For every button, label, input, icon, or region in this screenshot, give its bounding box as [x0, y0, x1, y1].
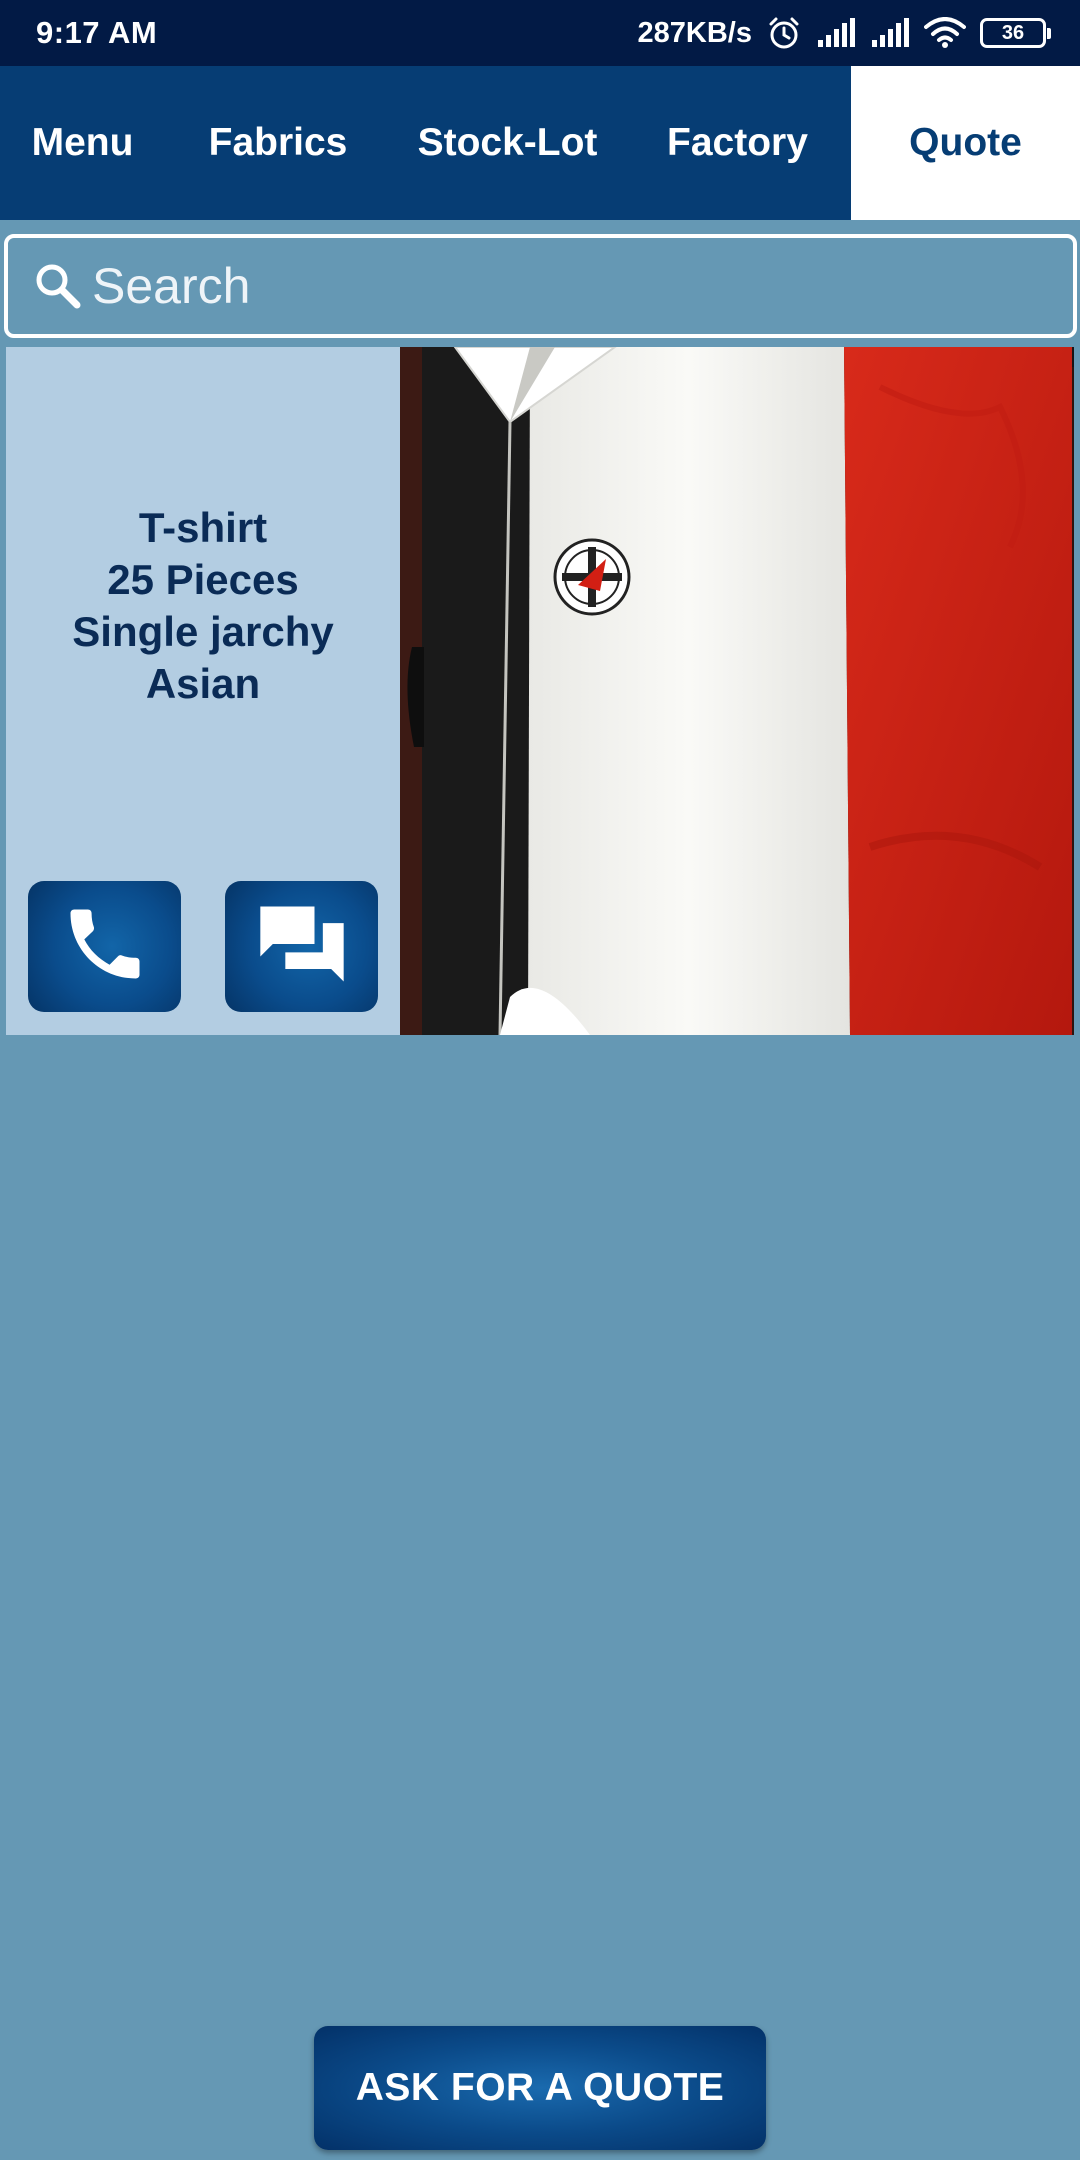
listing-product: T-shirt [138, 504, 268, 551]
tab-menu[interactable]: Menu [0, 66, 165, 220]
battery-icon: 36 [980, 18, 1051, 48]
listing-card[interactable]: T-shirt 25 Pieces Single jarchy Asian [6, 347, 1074, 1035]
wifi-icon [924, 17, 966, 49]
listing-description: T-shirt 25 Pieces Single jarchy Asian [6, 502, 400, 710]
status-time: 9:17 AM [36, 15, 158, 50]
product-photo[interactable] [400, 347, 1074, 1035]
chat-button[interactable] [225, 881, 378, 1012]
network-speed: 287KB/s [637, 16, 752, 49]
top-navigation: Menu Fabrics Stock-Lot Factory Quote [0, 66, 1080, 220]
tab-fabrics[interactable]: Fabrics [165, 66, 391, 220]
search-icon [32, 260, 84, 312]
signal-icon [816, 18, 856, 48]
search-input[interactable] [92, 257, 992, 315]
phone-icon [59, 898, 151, 995]
ask-for-quote-button[interactable]: ASK FOR A QUOTE [314, 2026, 766, 2150]
listing-fabric: Single jarchy [72, 608, 334, 655]
signal-icon [870, 18, 910, 48]
chat-icon [252, 898, 352, 995]
search-bar[interactable] [4, 234, 1077, 338]
battery-level: 36 [1001, 21, 1025, 44]
tab-stock-lot[interactable]: Stock-Lot [391, 66, 624, 220]
listing-quantity: 25 Pieces [107, 556, 299, 603]
alarm-icon [766, 15, 802, 51]
call-button[interactable] [28, 881, 181, 1012]
status-indicators: 287KB/s 36 [637, 15, 1051, 51]
listing-origin: Asian [145, 660, 261, 707]
listing-details: T-shirt 25 Pieces Single jarchy Asian [6, 347, 400, 1035]
status-bar: 9:17 AM 287KB/s 36 [0, 0, 1080, 66]
tab-quote[interactable]: Quote [851, 66, 1080, 220]
tab-factory[interactable]: Factory [624, 66, 851, 220]
tshirt-photo [400, 347, 1074, 1035]
